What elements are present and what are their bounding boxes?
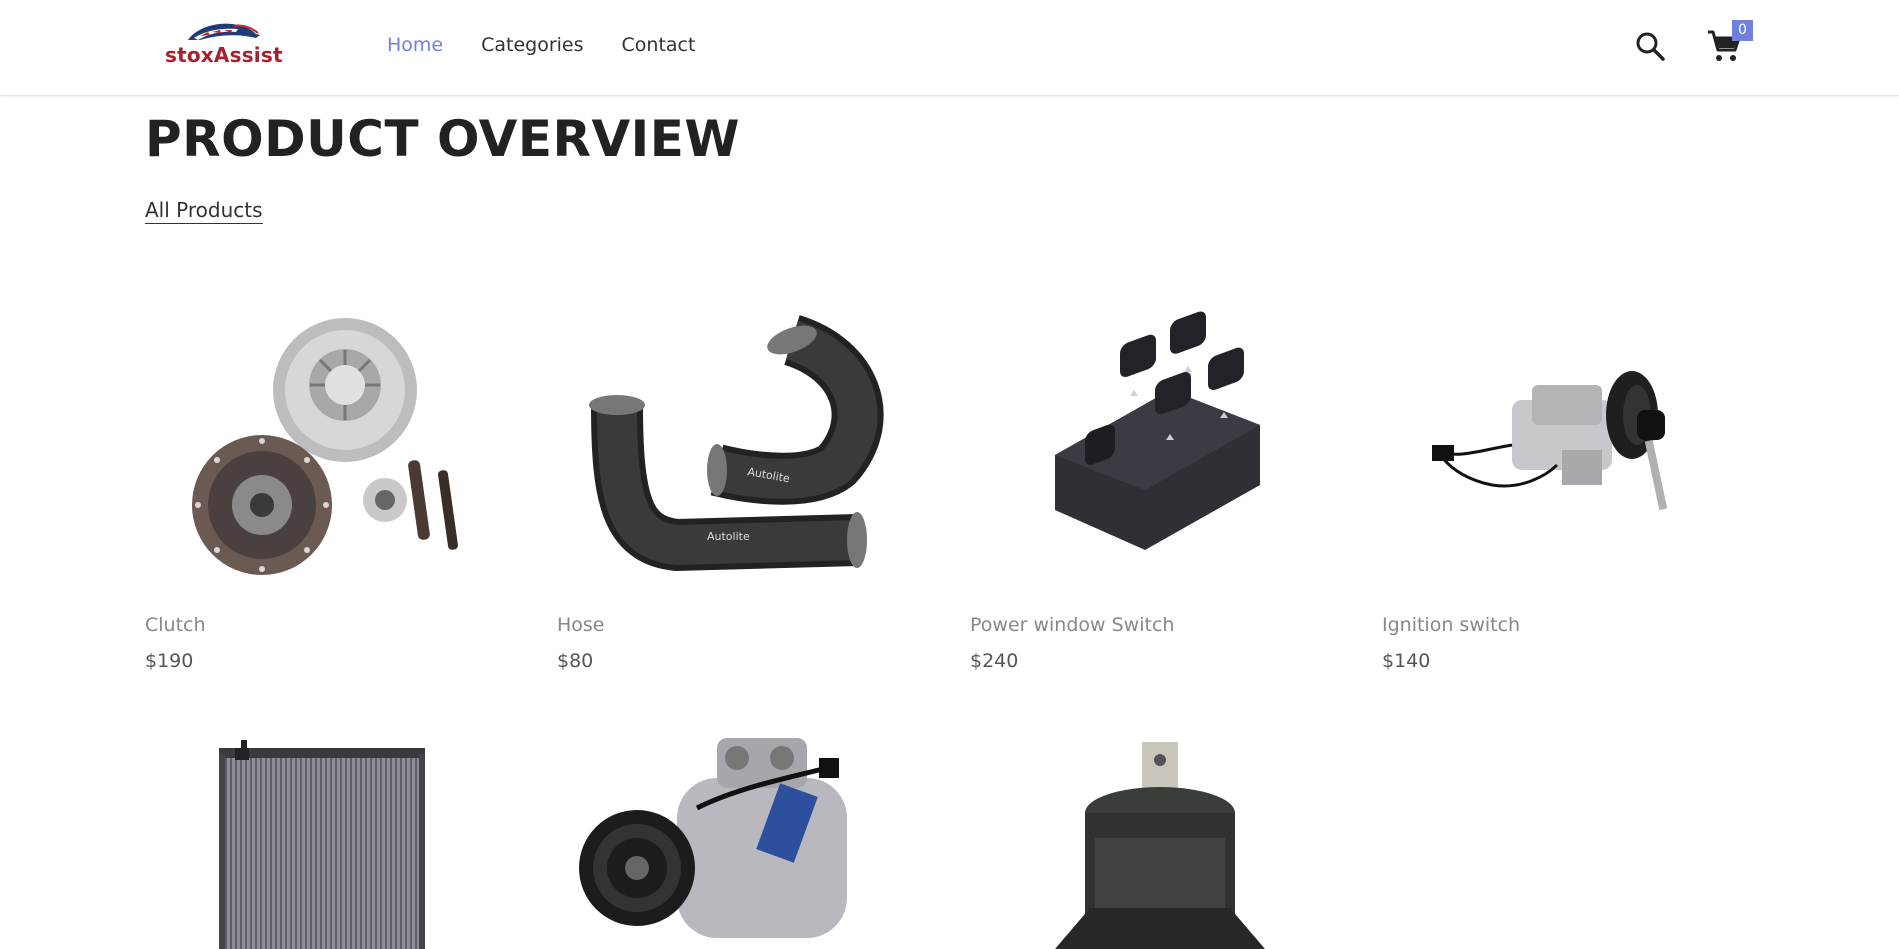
radiator-image[interactable] bbox=[145, 718, 525, 949]
product-card[interactable]: Clutch $190 bbox=[145, 300, 525, 680]
svg-text:Autolite: Autolite bbox=[707, 530, 750, 543]
clutch-kit-image[interactable] bbox=[145, 300, 525, 600]
product-card[interactable] bbox=[557, 718, 937, 949]
filter-all-products[interactable]: All Products bbox=[145, 198, 263, 224]
engine-mount-image[interactable] bbox=[970, 718, 1350, 949]
nav-home[interactable]: Home bbox=[387, 34, 443, 56]
product-card[interactable] bbox=[145, 718, 525, 949]
product-name[interactable]: Ignition switch bbox=[1382, 614, 1520, 636]
product-name[interactable]: Power window Switch bbox=[970, 614, 1174, 636]
search-icon bbox=[1636, 32, 1665, 61]
product-price: $190 bbox=[145, 650, 194, 672]
product-card[interactable]: Autolite Autolite Hose $80 bbox=[557, 300, 937, 680]
main-nav: Home Categories Contact bbox=[387, 34, 695, 56]
product-price: $140 bbox=[1382, 650, 1431, 672]
product-price: $240 bbox=[970, 650, 1019, 672]
search-button[interactable] bbox=[1634, 30, 1666, 62]
logo[interactable]: stoxAssist bbox=[160, 18, 283, 72]
product-card[interactable]: Power window Switch $240 bbox=[970, 300, 1350, 680]
product-card[interactable]: Ignition switch $140 bbox=[1382, 300, 1762, 680]
site-header: stoxAssist Home Categories Contact 0 bbox=[0, 0, 1899, 96]
logo-car-icon bbox=[188, 23, 260, 40]
power-window-switch-image[interactable] bbox=[970, 300, 1350, 600]
logo-text: stoxAssist bbox=[165, 43, 283, 67]
product-name[interactable]: Clutch bbox=[145, 614, 206, 636]
nav-categories[interactable]: Categories bbox=[481, 34, 583, 56]
page-title: PRODUCT OVERVIEW bbox=[145, 110, 741, 168]
ignition-switch-image[interactable] bbox=[1382, 300, 1762, 600]
cart-count-badge: 0 bbox=[1732, 20, 1753, 41]
ac-compressor-image[interactable] bbox=[557, 718, 937, 949]
nav-contact[interactable]: Contact bbox=[622, 34, 696, 56]
product-name[interactable]: Hose bbox=[557, 614, 605, 636]
product-card[interactable] bbox=[970, 718, 1350, 949]
product-price: $80 bbox=[557, 650, 594, 672]
hose-image[interactable]: Autolite Autolite bbox=[557, 300, 937, 600]
